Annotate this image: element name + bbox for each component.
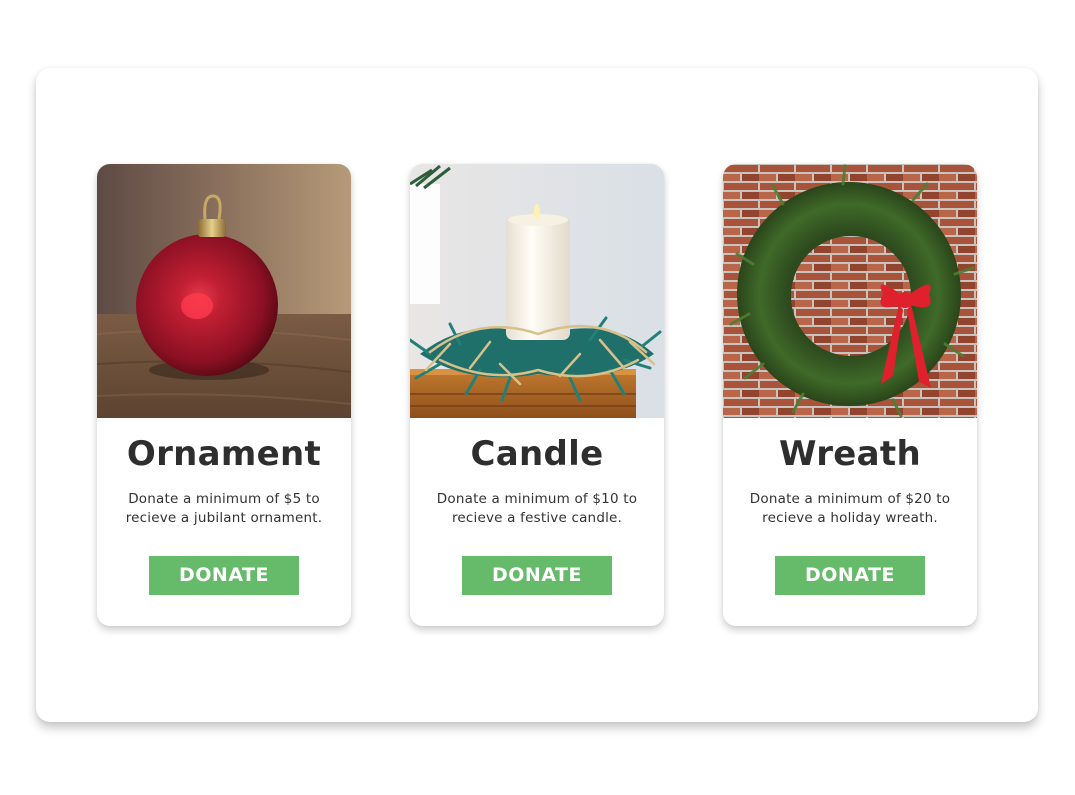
donation-card-wreath: Wreath Donate a minimum of $20 to reciev… (723, 164, 977, 626)
card-description: Donate a minimum of $20 to recieve a hol… (749, 491, 951, 526)
donate-button-ornament[interactable]: DONATE (149, 556, 299, 595)
donate-button-wreath[interactable]: DONATE (775, 556, 925, 595)
card-title: Wreath (779, 434, 921, 474)
donate-button-candle[interactable]: DONATE (462, 556, 612, 595)
donation-card-ornament: Ornament Donate a minimum of $5 to recie… (97, 164, 351, 626)
ornament-image (97, 164, 351, 418)
wreath-image (723, 164, 977, 418)
card-title: Candle (470, 434, 604, 474)
card-title: Ornament (126, 434, 322, 474)
card-description: Donate a minimum of $10 to recieve a fes… (436, 491, 638, 526)
donation-card-candle: Candle Donate a minimum of $10 to reciev… (410, 164, 664, 626)
card-description: Donate a minimum of $5 to recieve a jubi… (125, 491, 323, 526)
candle-image (410, 164, 664, 418)
